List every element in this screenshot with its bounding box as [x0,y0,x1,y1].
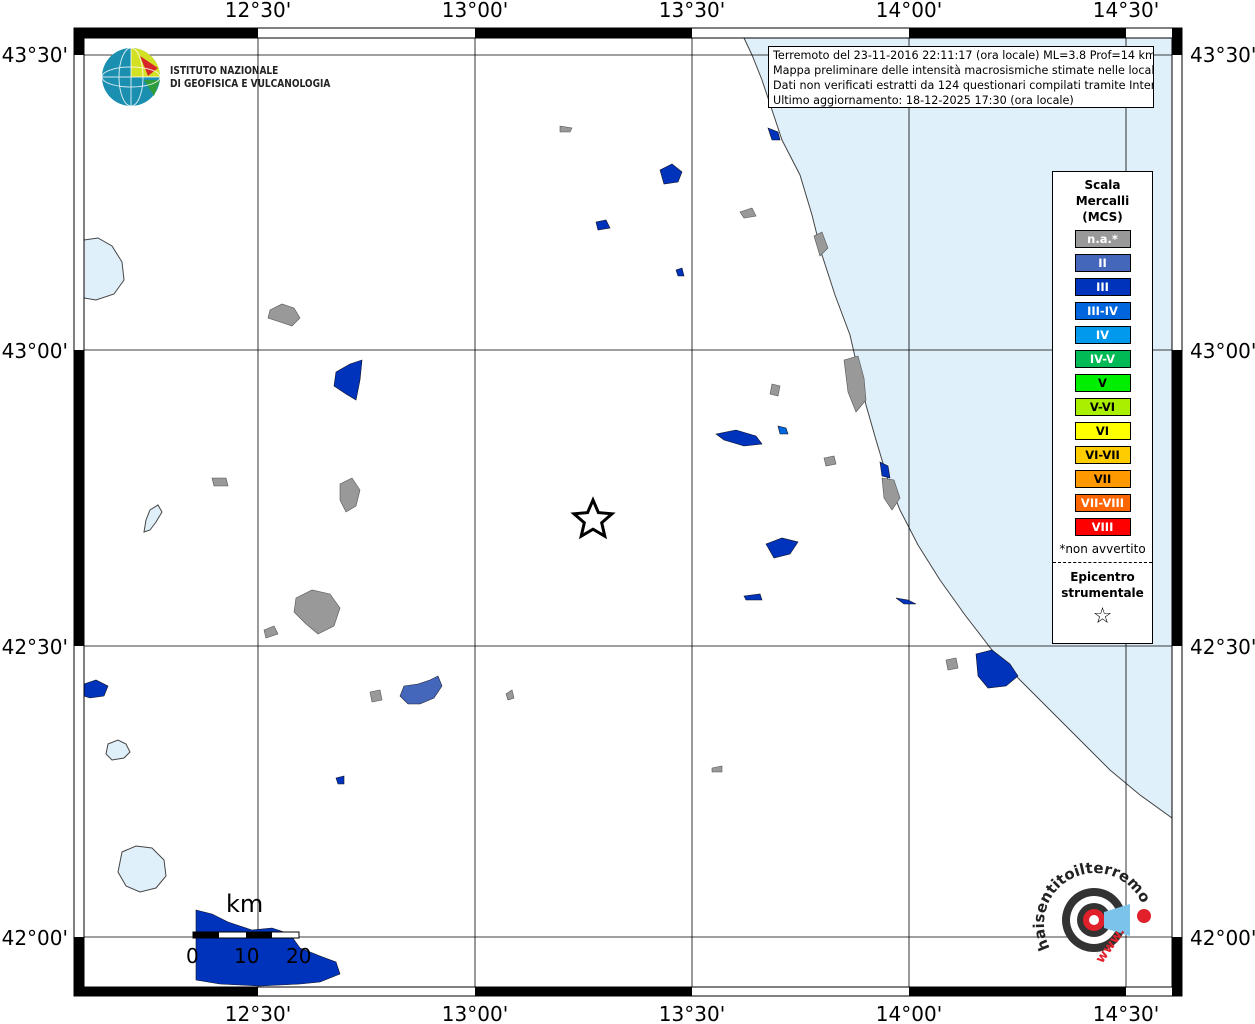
ingv-name-line1: ISTITUTO NAZIONALE [170,64,279,77]
legend-swatch: IV-V [1074,350,1131,368]
legend-swatches: n.a.* II III III-IV IV IV-V V V-VI VI VI-VII VII VI… [1053,230,1152,536]
towns-intensity-ii [399,675,443,705]
lon-label: 14°00' [876,0,942,22]
towns-intensity-iii-iv [777,425,789,435]
info-line-1: Terremoto del 23-11-2016 22:11:17 (ora l… [773,49,1154,62]
ingv-globe-icon [101,47,161,107]
legend-swatch: VII [1074,470,1131,488]
event-info-box: Terremoto del 23-11-2016 22:11:17 (ora l… [768,46,1154,108]
lon-label: 13°00' [442,0,508,22]
legend-swatch: VIII [1074,518,1131,536]
ingv-name: ISTITUTO NAZIONALE DI GEOFISICA E VULCAN… [170,64,330,90]
lake-bolsena-small [105,739,131,761]
lon-label: 12°30' [225,1002,291,1024]
lat-label: 42°00' [2,926,68,950]
lat-label: 43°00' [2,339,68,363]
lon-label: 13°00' [442,1002,508,1024]
ingv-logo [100,46,164,114]
legend-swatch: V [1074,374,1131,392]
scale-tick: 10 [234,944,260,968]
latitude-labels-right: 43°30' 43°00' 42°30' 42°00' [1190,43,1255,950]
longitude-labels-bottom: 12°30' 13°00' 13°30' 14°00' 14°30' [225,1002,1159,1024]
legend-swatch: VI-VII [1074,446,1131,464]
scale-bar [192,931,300,939]
legend-swatch: n.a.* [1074,230,1131,248]
lon-label: 14°00' [876,1002,942,1024]
lon-label: 14°30' [1093,1002,1159,1024]
lat-label: 43°30' [1190,43,1255,67]
scale-tick: 20 [286,944,312,968]
mcs-legend: Scala Mercalli (MCS) n.a.* II III III-IV IV I… [1052,171,1153,644]
ingv-name-line2: DI GEOFISICA E VULCANOLOGIA [170,77,331,90]
lake-bracciano [117,845,167,893]
legend-note: *non avvertito [1059,542,1146,556]
lat-label: 42°00' [1190,926,1255,950]
lon-label: 14°30' [1093,0,1159,22]
lat-label: 43°00' [1190,339,1255,363]
legend-swatch: II [1074,254,1131,272]
epicenter-legend-icon: ☆ [1092,604,1113,629]
legend-swatch: IV [1074,326,1131,344]
legend-title: Scala Mercalli (MCS) [1075,178,1130,224]
lat-label: 42°30' [2,635,68,659]
lon-label: 12°30' [225,0,291,22]
haisentito-icon: haisentitoilterremoto.it www. [1027,846,1154,966]
lon-label: 13°30' [659,0,725,22]
legend-swatch: III [1074,278,1131,296]
legend-swatch: III-IV [1074,302,1131,320]
info-line-4: Ultimo aggiornamento: 18-12-2025 17:30 (… [773,94,1074,107]
longitude-labels-top: 12°30' 13°00' 13°30' 14°00' 14°30' [225,0,1159,22]
lat-label: 43°30' [2,43,68,67]
lake-trasimeno [83,237,125,301]
epicenter-star [570,496,616,540]
legend-swatch: V-VI [1074,398,1131,416]
legend-swatch: VI [1074,422,1131,440]
haisentito-logo: haisentitoilterremoto.it www. [1027,846,1162,980]
info-line-3: Dati non verificati estratti da 124 ques… [773,79,1154,92]
latitude-labels-left: 43°30' 43°00' 42°30' 42°00' [2,43,68,950]
legend-epicenter-label: Epicentro strumentale [1061,570,1144,600]
legend-swatch: VII-VIII [1074,494,1131,512]
scale-unit: km [226,890,264,918]
scale-tick: 0 [186,944,199,968]
lake-piediluco [143,504,163,533]
info-line-2: Mappa preliminare delle intensità macros… [773,64,1154,77]
lon-label: 13°30' [659,1002,725,1024]
lat-label: 42°30' [1190,635,1255,659]
